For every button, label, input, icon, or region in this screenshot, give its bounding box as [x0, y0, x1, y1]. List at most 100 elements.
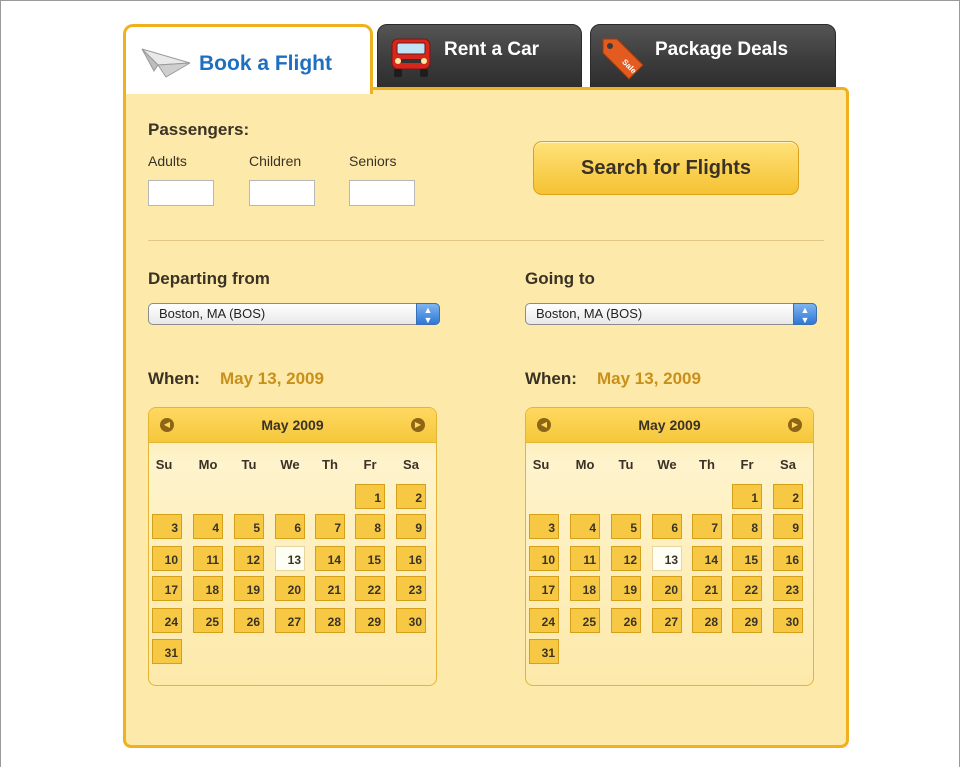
weekday-label: Su: [532, 457, 550, 472]
calendar-day[interactable]: 11: [570, 546, 600, 571]
red-car-icon: [388, 35, 434, 85]
going-to-label: Going to: [525, 269, 595, 288]
calendar-day[interactable]: 4: [193, 514, 223, 539]
going-to-value: Boston, MA (BOS): [536, 306, 643, 321]
calendar-day[interactable]: 5: [611, 514, 641, 539]
calendar-day[interactable]: 9: [396, 514, 426, 539]
calendar-day[interactable]: 26: [234, 608, 264, 633]
going-when-label: When:: [525, 369, 577, 388]
calendar-day[interactable]: 18: [570, 576, 600, 601]
departing-when-date: May 13, 2009: [220, 369, 324, 388]
calendar-day[interactable]: 3: [152, 514, 182, 539]
calendar-day[interactable]: 14: [692, 546, 722, 571]
seniors-input[interactable]: [349, 180, 415, 206]
calendar-day[interactable]: 24: [152, 608, 182, 633]
departing-from-value: Boston, MA (BOS): [159, 306, 266, 321]
calendar-day[interactable]: 30: [396, 608, 426, 633]
calendar-day[interactable]: 11: [193, 546, 223, 571]
weekday-label: Mo: [575, 457, 595, 472]
calendar-day[interactable]: 25: [193, 608, 223, 633]
adults-input[interactable]: [148, 180, 214, 206]
calendar-day[interactable]: 19: [234, 576, 264, 601]
calendar-day[interactable]: 28: [692, 608, 722, 633]
seniors-label: Seniors: [349, 153, 397, 169]
departing-from-label: Departing from: [148, 269, 270, 288]
departing-from-select[interactable]: Boston, MA (BOS) ▲ ▼: [148, 303, 440, 325]
search-flights-button[interactable]: Search for Flights: [533, 141, 799, 195]
children-input[interactable]: [249, 180, 315, 206]
calendar-day[interactable]: 12: [611, 546, 641, 571]
sale-tag-icon: Sale: [601, 35, 647, 87]
calendar-day[interactable]: 4: [570, 514, 600, 539]
children-label: Children: [249, 153, 302, 169]
select-arrows-icon: ▲ ▼: [416, 303, 440, 325]
going-to-select[interactable]: Boston, MA (BOS) ▲ ▼: [525, 303, 817, 325]
calendar-day[interactable]: 3: [529, 514, 559, 539]
weekday-label: Mo: [198, 457, 218, 472]
calendar-day[interactable]: 12: [234, 546, 264, 571]
calendar-day[interactable]: 16: [396, 546, 426, 571]
calendar-day[interactable]: 22: [732, 576, 762, 601]
calendar-day[interactable]: 9: [773, 514, 803, 539]
calendar-day[interactable]: 28: [315, 608, 345, 633]
calendar-day[interactable]: 8: [732, 514, 762, 539]
calendar-day[interactable]: 8: [355, 514, 385, 539]
calendar-day[interactable]: 23: [396, 576, 426, 601]
calendar-month-title: May 2009: [638, 417, 701, 433]
calendar-day[interactable]: 27: [275, 608, 305, 633]
calendar-day[interactable]: 7: [315, 514, 345, 539]
paper-plane-icon: [140, 41, 192, 86]
calendar-day[interactable]: 17: [529, 576, 559, 601]
calendar-day[interactable]: 15: [732, 546, 762, 571]
calendar-header: ◀ May 2009 ▶: [526, 408, 813, 443]
calendar-day[interactable]: 19: [611, 576, 641, 601]
calendar-day[interactable]: 1: [355, 484, 385, 509]
calendar-day[interactable]: 24: [529, 608, 559, 633]
calendar-day[interactable]: 6: [652, 514, 682, 539]
weekday-label: Tu: [618, 457, 634, 472]
weekday-label: Fr: [740, 457, 754, 472]
weekday-label: Fr: [363, 457, 377, 472]
calendar-day[interactable]: 2: [396, 484, 426, 509]
calendar-day[interactable]: 22: [355, 576, 385, 601]
calendar-day[interactable]: 15: [355, 546, 385, 571]
calendar-day[interactable]: 14: [315, 546, 345, 571]
calendar-day[interactable]: 18: [193, 576, 223, 601]
calendar-day[interactable]: 25: [570, 608, 600, 633]
next-month-icon[interactable]: ▶: [411, 418, 425, 432]
calendar-day[interactable]: 23: [773, 576, 803, 601]
calendar-day[interactable]: 16: [773, 546, 803, 571]
calendar-month-title: May 2009: [261, 417, 324, 433]
calendar-day[interactable]: 17: [152, 576, 182, 601]
calendar-day[interactable]: 21: [315, 576, 345, 601]
calendar-day[interactable]: 10: [529, 546, 559, 571]
weekday-label: We: [657, 457, 677, 472]
calendar-day[interactable]: 20: [275, 576, 305, 601]
calendar-day-selected[interactable]: 13: [275, 546, 305, 571]
tab-rent-a-car[interactable]: Rent a Car: [377, 24, 582, 90]
weekday-label: We: [280, 457, 300, 472]
calendar-day[interactable]: 29: [732, 608, 762, 633]
select-arrows-icon: ▲ ▼: [793, 303, 817, 325]
calendar-day[interactable]: 31: [529, 639, 559, 664]
calendar-day[interactable]: 1: [732, 484, 762, 509]
calendar-day[interactable]: 20: [652, 576, 682, 601]
tab-label: Package Deals: [655, 39, 789, 60]
tab-book-a-flight[interactable]: Book a Flight: [123, 24, 373, 94]
next-month-icon[interactable]: ▶: [788, 418, 802, 432]
calendar-day[interactable]: 26: [611, 608, 641, 633]
calendar-day[interactable]: 5: [234, 514, 264, 539]
calendar-header: ◀ May 2009 ▶: [149, 408, 436, 443]
calendar-day[interactable]: 10: [152, 546, 182, 571]
calendar-day[interactable]: 30: [773, 608, 803, 633]
calendar-day[interactable]: 29: [355, 608, 385, 633]
weekday-label: Sa: [403, 457, 419, 472]
calendar-day[interactable]: 27: [652, 608, 682, 633]
calendar-day-selected[interactable]: 13: [652, 546, 682, 571]
calendar-day[interactable]: 2: [773, 484, 803, 509]
calendar-day[interactable]: 31: [152, 639, 182, 664]
calendar-day[interactable]: 7: [692, 514, 722, 539]
calendar-day[interactable]: 6: [275, 514, 305, 539]
calendar-day[interactable]: 21: [692, 576, 722, 601]
tab-package-deals[interactable]: Sale Package Deals: [590, 24, 836, 90]
